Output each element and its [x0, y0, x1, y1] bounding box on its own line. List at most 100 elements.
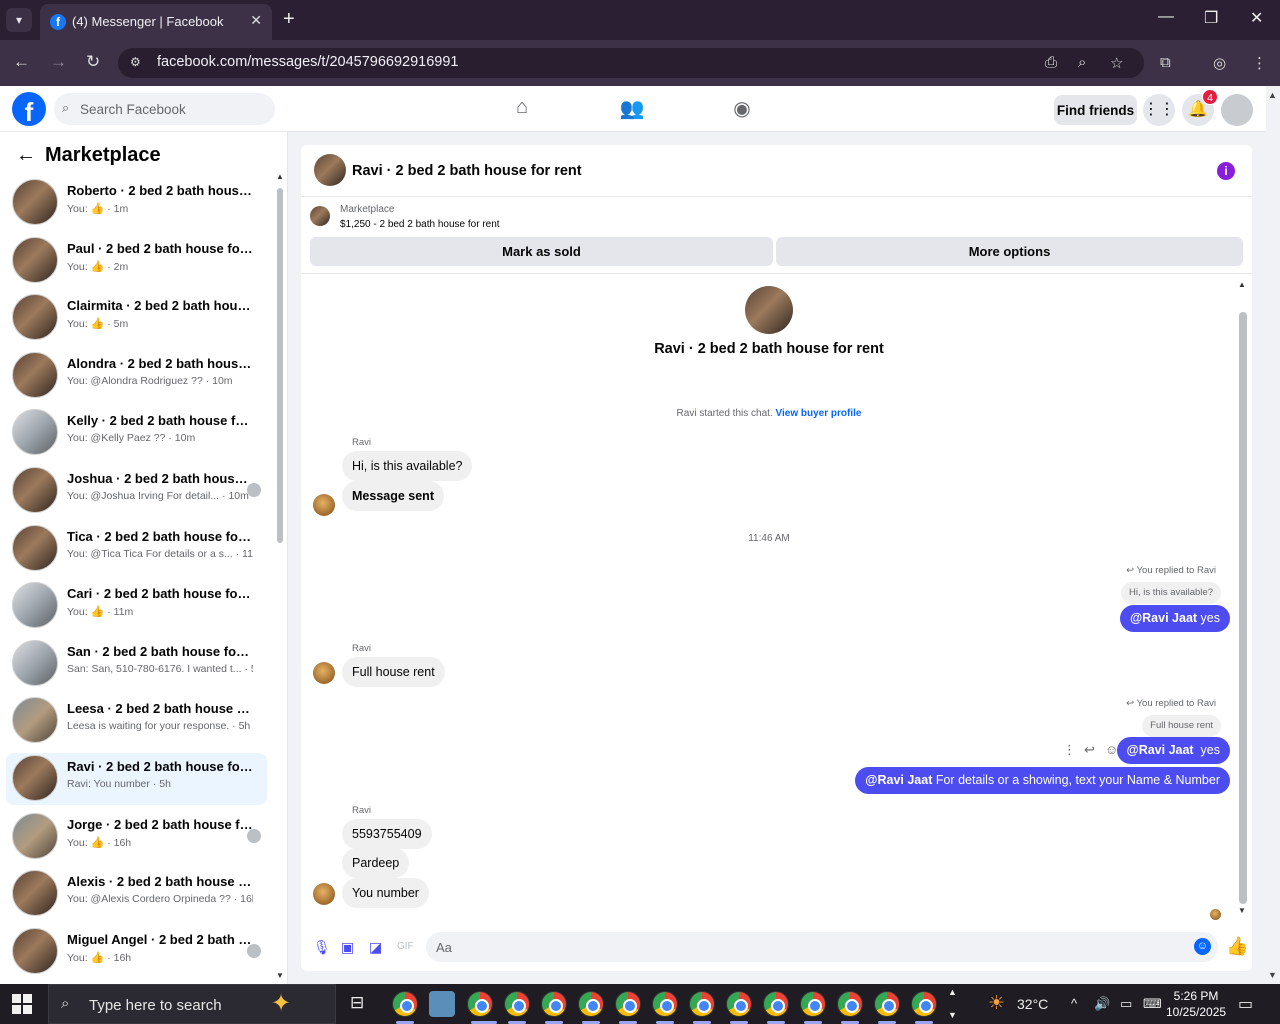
home-icon[interactable]: ⌂ [509, 96, 535, 122]
back-icon[interactable]: ← [13, 52, 30, 72]
chrome-icon[interactable] [578, 991, 604, 1017]
conversation-item[interactable]: San · 2 bed 2 bath house for rent San: Sa… [6, 638, 267, 690]
outgoing-message[interactable]: @Ravi Jaat yes [1119, 605, 1230, 632]
microphone-icon[interactable]: 🎙 [313, 939, 331, 956]
facebook-search-input[interactable] [54, 93, 275, 125]
address-bar[interactable]: ⚙ facebook.com/messages/t/20457966929169… [118, 48, 1144, 78]
maximize-icon[interactable]: ❐ [1204, 8, 1218, 28]
scrollbar-thumb[interactable] [277, 188, 283, 543]
mark-as-sold-button[interactable]: Mark as sold [310, 237, 773, 266]
taskbar-search-box[interactable]: ⌕ Type here to search ✦ [48, 984, 336, 1024]
incoming-message[interactable]: You number [342, 878, 429, 908]
network-icon[interactable]: ⌨ [1143, 996, 1162, 1012]
extensions-icon[interactable]: ⧉ [1160, 54, 1171, 71]
incoming-message[interactable]: 5593755409 [342, 819, 432, 849]
more-actions-icon[interactable]: ⋮ [1063, 742, 1076, 758]
thumbs-up-icon[interactable]: 👍 [1226, 936, 1248, 957]
find-friends-button[interactable]: Find friends [1054, 95, 1137, 125]
message-input[interactable] [426, 932, 1218, 962]
sticker-icon[interactable]: ◪ [369, 939, 382, 956]
conversation-item[interactable]: Alexis · 2 bed 2 bath house for rent You:… [6, 868, 267, 920]
chrome-icon[interactable] [392, 991, 418, 1017]
minimize-icon[interactable]: — [1158, 8, 1174, 26]
conversation-item[interactable]: Alondra · 2 bed 2 bath house for rent You… [6, 350, 267, 402]
info-icon[interactable]: i [1217, 162, 1235, 180]
new-tab-icon[interactable]: + [283, 8, 295, 30]
chrome-icon[interactable] [800, 991, 826, 1017]
notification-center-icon[interactable]: ▭ [1238, 994, 1253, 1014]
file-explorer-icon[interactable] [429, 991, 455, 1017]
chrome-icon[interactable] [837, 991, 863, 1017]
outgoing-message[interactable]: @Ravi Jaat For details or a showing, tex… [855, 767, 1230, 794]
chrome-icon[interactable] [504, 991, 530, 1017]
conversation-item[interactable]: Jorge · 2 bed 2 bath house for rent You: … [6, 811, 267, 863]
back-arrow-icon[interactable]: ← [16, 143, 36, 167]
conversation-item[interactable]: Paul · 2 bed 2 bath house for rent You: 👍… [6, 235, 267, 287]
scroll-up-icon[interactable]: ▲ [276, 172, 284, 181]
page-scrollbar[interactable]: ▲ ▼ [1266, 86, 1280, 984]
tab-close-icon[interactable]: ✕ [250, 12, 262, 29]
conversation-item[interactable]: Cari · 2 bed 2 bath house for rent You: 👍… [6, 580, 267, 632]
zoom-icon[interactable]: ⌕ [1078, 54, 1086, 71]
install-app-icon[interactable]: ⎙ [1045, 54, 1057, 71]
browser-tab[interactable]: f (4) Messenger | Facebook ✕ [40, 4, 272, 40]
scroll-down-icon[interactable]: ▼ [1238, 906, 1246, 915]
chrome-icon[interactable] [911, 991, 937, 1017]
facebook-logo-icon[interactable]: f [12, 92, 46, 127]
conversation-item[interactable]: Leesa · 2 bed 2 bath house for rent Leesa… [6, 695, 267, 747]
quoted-message[interactable]: Full house rent [1142, 715, 1221, 737]
more-options-button[interactable]: More options [776, 237, 1243, 266]
incoming-message[interactable]: Pardeep [342, 848, 410, 878]
mention[interactable]: @Ravi Jaat [865, 773, 932, 787]
profile-icon[interactable]: ◎ [1213, 54, 1226, 72]
mention[interactable]: @Ravi Jaat [1127, 743, 1194, 757]
conversation-item[interactable]: Joshua · 2 bed 2 bath house for rent You:… [6, 465, 267, 517]
sender-avatar[interactable] [313, 662, 335, 684]
sender-avatar[interactable] [313, 494, 335, 516]
chrome-icon[interactable] [763, 991, 789, 1017]
incoming-message[interactable]: Message sent [342, 481, 444, 511]
chrome-icon[interactable] [541, 991, 567, 1017]
incoming-message[interactable]: Full house rent [342, 657, 445, 687]
chrome-icon[interactable] [615, 991, 641, 1017]
bookmark-star-icon[interactable]: ☆ [1110, 54, 1123, 72]
friends-icon[interactable]: 👥 [619, 96, 645, 122]
reload-icon[interactable]: ↻ [86, 52, 100, 72]
gif-icon[interactable]: GIF [397, 941, 414, 952]
chat-scrollbar[interactable]: ▲ ▼ [1238, 280, 1248, 915]
windows-start-icon[interactable] [12, 994, 32, 1014]
menu-kebab-icon[interactable]: ⋮ [1252, 54, 1267, 72]
conversation-item[interactable]: Tica · 2 bed 2 bath house for rent You: @… [6, 523, 267, 575]
listing-thumbnail[interactable] [310, 206, 330, 226]
site-info-icon[interactable]: ⚙ [130, 55, 146, 71]
sidebar-scrollbar[interactable]: ▲ ▼ [276, 172, 284, 980]
mention[interactable]: @Ravi Jaat [1130, 611, 1197, 625]
reply-icon[interactable]: ↩ [1084, 742, 1095, 758]
taskbar-scroll-down-icon[interactable]: ▼ [948, 1010, 957, 1020]
conversation-item[interactable]: Clairmita · 2 bed 2 bath house for rent Y… [6, 292, 267, 344]
emoji-icon[interactable]: ☺ [1194, 938, 1211, 955]
window-close-icon[interactable]: ✕ [1250, 8, 1263, 28]
scroll-down-icon[interactable]: ▼ [1268, 970, 1277, 980]
photo-icon[interactable]: ▣ [341, 939, 354, 956]
chat-title[interactable]: Ravi · 2 bed 2 bath house for rent [352, 163, 582, 179]
system-clock[interactable]: 5:26 PM 10/25/2025 [1166, 988, 1226, 1020]
weather-icon[interactable]: ☀ [988, 992, 1005, 1015]
menu-grid-icon[interactable]: ⋮⋮ [1143, 94, 1175, 126]
sender-avatar[interactable] [313, 883, 335, 905]
forward-icon[interactable]: → [50, 52, 67, 72]
scroll-down-icon[interactable]: ▼ [276, 971, 284, 980]
scrollbar-thumb[interactable] [1239, 312, 1247, 904]
conversation-item[interactable]: Kelly · 2 bed 2 bath house for rent You: … [6, 407, 267, 459]
chrome-icon[interactable] [689, 991, 715, 1017]
scroll-up-icon[interactable]: ▲ [1268, 90, 1277, 100]
tab-search-dropdown-icon[interactable]: ▾ [6, 8, 32, 32]
account-avatar[interactable] [1221, 94, 1253, 126]
scroll-up-icon[interactable]: ▲ [1238, 280, 1246, 289]
chrome-icon[interactable] [467, 991, 493, 1017]
hidden-icons-chevron-icon[interactable]: ^ [1071, 996, 1077, 1011]
temperature[interactable]: 32°C [1017, 996, 1048, 1012]
chrome-icon[interactable] [652, 991, 678, 1017]
conversation-item[interactable]: Ravi · 2 bed 2 bath house for rent Ravi: … [6, 753, 267, 805]
outgoing-message[interactable]: @Ravi Jaat yes [1116, 737, 1230, 764]
